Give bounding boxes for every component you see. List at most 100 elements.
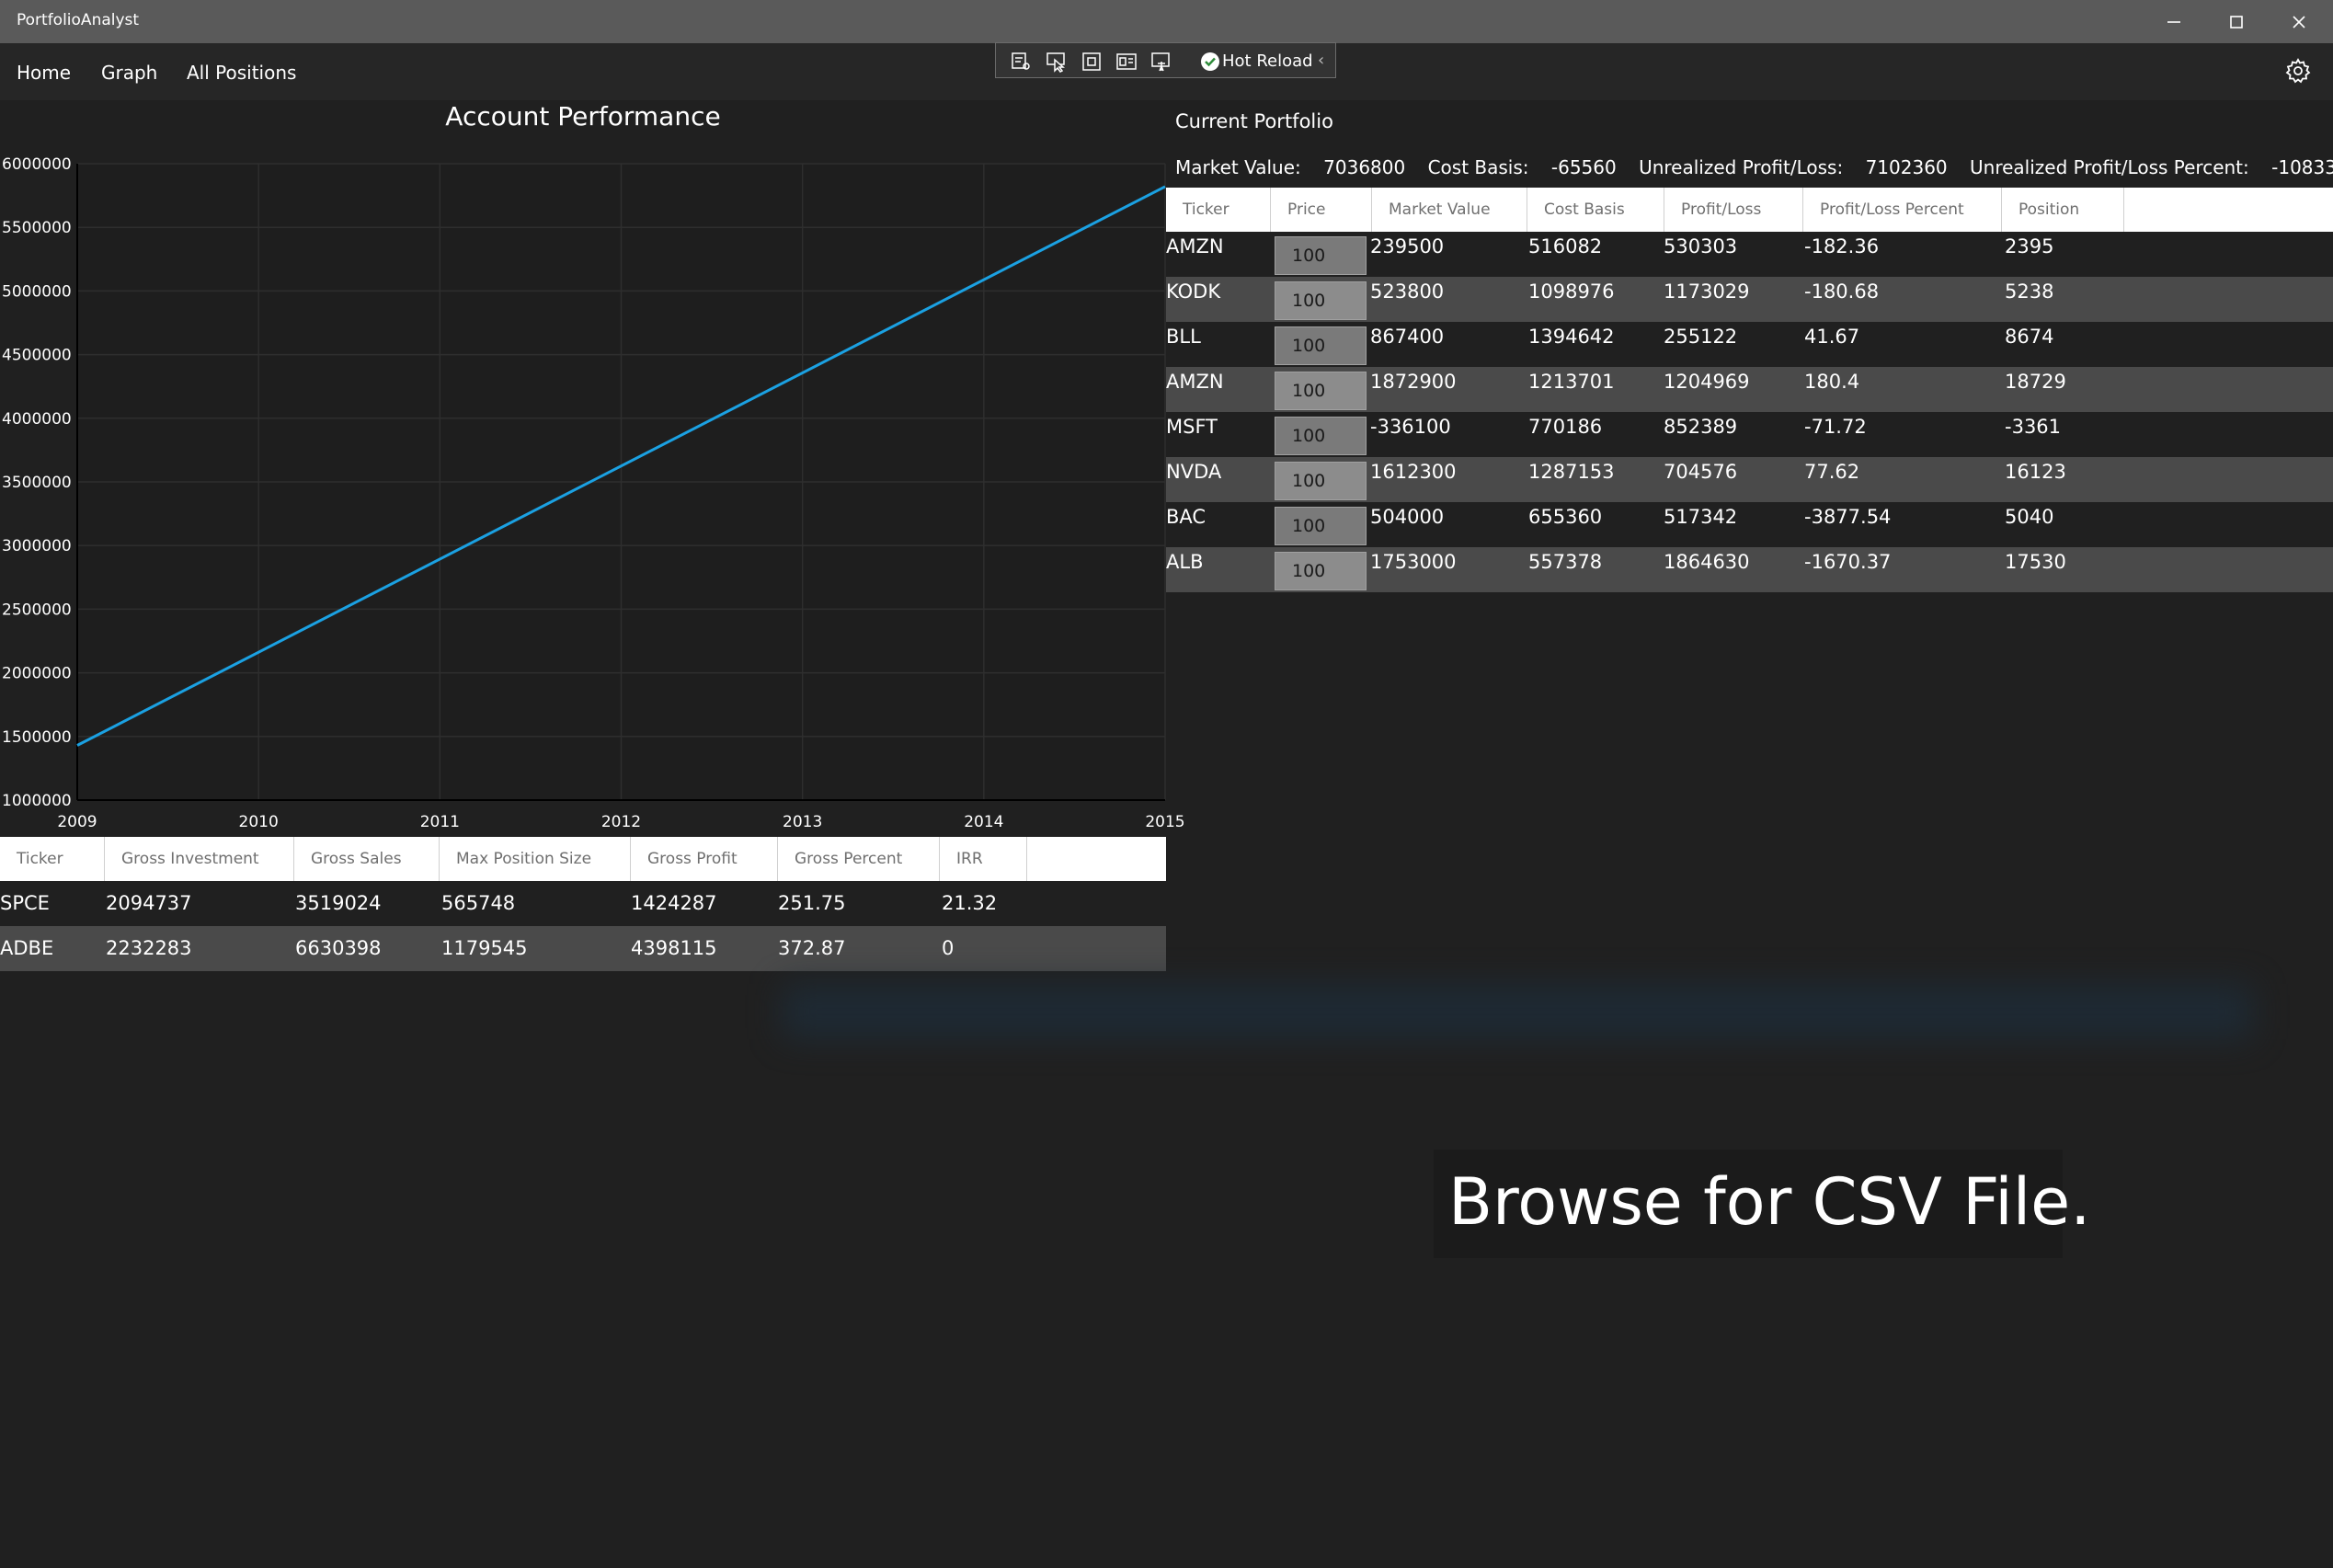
history-cell: 565748	[441, 892, 516, 914]
y-tick-label: 1000000	[2, 792, 72, 810]
history-table-row[interactable]: ADBE 2232283 6630398 1179545 4398115 372.87 0	[0, 926, 1166, 971]
portfolio-table-row[interactable]: BAC 100 504000 655360 517342 -3877.54 5040	[1166, 502, 2333, 547]
x-tick-label: 2015	[1145, 813, 1184, 831]
y-tick-label: 5000000	[2, 282, 72, 301]
portfolio-column-header[interactable]: Cost Basis	[1527, 188, 1664, 232]
unrealized-percent-value: -10833.4	[2271, 156, 2333, 178]
unrealized-value: 7102360	[1865, 156, 1948, 178]
track-focused-element-icon[interactable]	[1115, 51, 1138, 73]
portfolio-summary: Market Value: 7036800 Cost Basis: -65560…	[1175, 156, 2333, 178]
price-input[interactable]: 100	[1275, 507, 1367, 545]
history-cell: 6630398	[295, 937, 382, 959]
cost-basis: -65560	[1550, 156, 1617, 178]
portfolio-cell: 255122	[1664, 326, 1738, 348]
history-cell: 1424287	[631, 892, 717, 914]
portfolio-cell: 1872900	[1370, 371, 1457, 393]
history-column-header[interactable]: Max Position Size	[440, 837, 631, 881]
display-layout-adorners-icon[interactable]	[1081, 51, 1103, 73]
portfolio-column-header[interactable]: Ticker	[1166, 188, 1271, 232]
display-accessibility-icon[interactable]	[1150, 51, 1172, 73]
portfolio-cell: -182.36	[1804, 235, 1880, 258]
x-tick-label: 2011	[420, 813, 460, 831]
background-glow	[782, 984, 2253, 1039]
portfolio-cell: 516082	[1528, 235, 1603, 258]
price-input[interactable]: 100	[1275, 281, 1367, 320]
portfolio-cell: 5040	[2005, 506, 2054, 528]
portfolio-cell: MSFT	[1166, 416, 1218, 438]
history-table-header: Ticker Gross Investment Gross Sales Max Pos…	[0, 837, 1166, 881]
select-element-icon[interactable]	[1046, 51, 1068, 73]
maximize-button[interactable]	[2205, 0, 2268, 43]
window-title: PortfolioAnalyst	[17, 11, 140, 29]
portfolio-cell: 5238	[2005, 280, 2054, 303]
title-bar: PortfolioAnalyst	[0, 0, 2333, 43]
price-input[interactable]: 100	[1275, 326, 1367, 365]
collapse-chevron-icon[interactable]: ‹	[1318, 51, 1324, 70]
portfolio-cell: AMZN	[1166, 235, 1224, 258]
history-cell: 21.32	[942, 892, 998, 914]
y-tick-label: 4000000	[2, 410, 72, 429]
history-cell: 251.75	[778, 892, 846, 914]
portfolio-cell: 852389	[1664, 416, 1738, 438]
live-visual-tree-icon[interactable]	[1011, 51, 1033, 73]
price-input[interactable]: 100	[1275, 236, 1367, 275]
history-column-header[interactable]: Gross Percent	[778, 837, 940, 881]
portfolio-table-header: Ticker Price Market Value Cost Basis Profit/…	[1166, 188, 2333, 232]
portfolio-cell: 1098976	[1528, 280, 1615, 303]
portfolio-cell: 1612300	[1370, 461, 1457, 483]
portfolio-cell: 1864630	[1664, 551, 1750, 573]
x-tick-label: 2013	[783, 813, 822, 831]
nav-item-all-positions[interactable]: All Positions	[187, 62, 296, 84]
history-column-header[interactable]: Gross Profit	[631, 837, 778, 881]
portfolio-table-row[interactable]: ALB 100 1753000 557378 1864630 -1670.37 17530	[1166, 547, 2333, 592]
history-column-header[interactable]: Gross Sales	[294, 837, 440, 881]
hot-reload-label[interactable]: Hot Reload	[1222, 52, 1313, 71]
price-input[interactable]: 100	[1275, 462, 1367, 500]
portfolio-cell: 1213701	[1528, 371, 1615, 393]
close-button[interactable]	[2268, 0, 2330, 43]
history-cell: 4398115	[631, 937, 717, 959]
minimize-button[interactable]	[2143, 0, 2205, 43]
history-column-header[interactable]: Ticker	[0, 837, 105, 881]
history-cell: 3519024	[295, 892, 382, 914]
portfolio-column-header[interactable]: Market Value	[1372, 188, 1527, 232]
price-input[interactable]: 100	[1275, 417, 1367, 455]
portfolio-table-row[interactable]: AMZN 100 1872900 1213701 1204969 180.4 18729	[1166, 367, 2333, 412]
portfolio-table-row[interactable]: AMZN 100 239500 516082 530303 -182.36 2395	[1166, 232, 2333, 277]
portfolio-cell: 504000	[1370, 506, 1445, 528]
portfolio-cell: BAC	[1166, 506, 1207, 528]
portfolio-cell: 18729	[2005, 371, 2066, 393]
history-column-header[interactable]: Gross Investment	[105, 837, 294, 881]
portfolio-cell: 1204969	[1664, 371, 1750, 393]
minimize-icon	[2167, 20, 2180, 23]
portfolio-column-header[interactable]: Profit/Loss Percent	[1803, 188, 2002, 232]
portfolio-table-row[interactable]: NVDA 100 1612300 1287153 704576 77.62 16123	[1166, 457, 2333, 502]
nav-item-graph[interactable]: Graph	[101, 62, 157, 84]
history-column-header[interactable]: IRR	[940, 837, 1027, 881]
portfolio-column-header[interactable]: Profit/Loss	[1664, 188, 1803, 232]
history-cell: 1179545	[441, 937, 528, 959]
close-icon	[2293, 15, 2305, 29]
portfolio-table-row[interactable]: MSFT 100 -336100 770186 852389 -71.72 -3361	[1166, 412, 2333, 457]
portfolio-table-row[interactable]: BLL 100 867400 1394642 255122 41.67 8674	[1166, 322, 2333, 367]
portfolio-table-row[interactable]: KODK 100 523800 1098976 1173029 -180.68 5238	[1166, 277, 2333, 322]
nav-item-home[interactable]: Home	[17, 62, 71, 84]
portfolio-cell: ALB	[1166, 551, 1204, 573]
price-input[interactable]: 100	[1275, 372, 1367, 410]
x-tick-label: 2010	[239, 813, 279, 831]
history-table-row[interactable]: SPCE 2094737 3519024 565748 1424287 251.75 21.…	[0, 881, 1166, 926]
price-input[interactable]: 100	[1275, 552, 1367, 590]
browse-csv-label[interactable]: Browse for CSV File.	[1448, 1164, 2090, 1240]
portfolio-cell: 523800	[1370, 280, 1445, 303]
y-tick-label: 1500000	[2, 728, 72, 747]
portfolio-cell: -3877.54	[1804, 506, 1892, 528]
chart-title: Account Performance	[445, 101, 721, 132]
hot-reload-status-check-icon	[1201, 52, 1219, 71]
y-tick-label: 6000000	[2, 155, 72, 174]
settings-gear-icon[interactable]	[2284, 57, 2312, 85]
portfolio-column-header[interactable]: Price	[1271, 188, 1372, 232]
portfolio-column-header[interactable]: Position	[2002, 188, 2124, 232]
account-performance-chart: 2009 2010 2011 2012 2013 2014 2015 1000000 15000…	[2, 155, 1185, 831]
hot-reload-toolbar: Hot Reload ‹	[995, 42, 1336, 78]
portfolio-cell: -1670.37	[1804, 551, 1892, 573]
